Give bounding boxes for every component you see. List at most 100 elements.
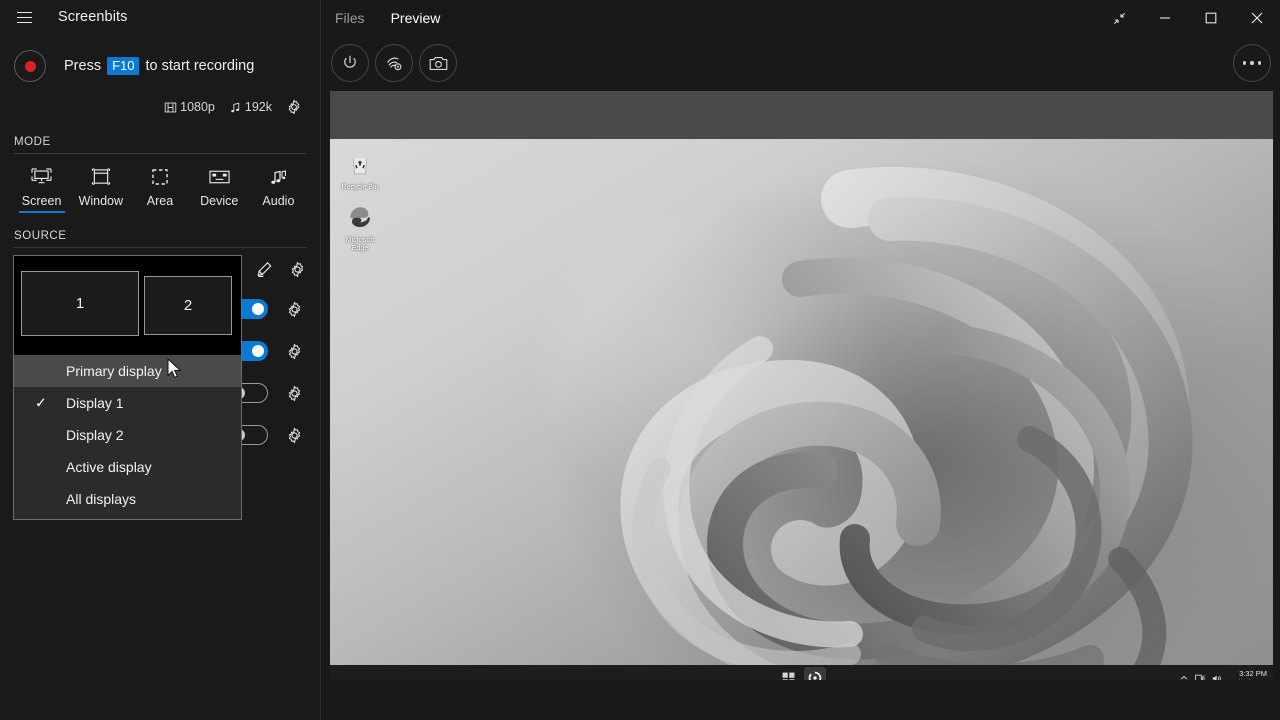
screen-preview[interactable]: Recycle Bin Microsoft Edge: [330, 91, 1273, 680]
monitor-thumb-1[interactable]: 1: [21, 271, 139, 336]
taskbar-clock[interactable]: 3:32 PM 12/16/2022: [1229, 669, 1267, 680]
power-icon: [341, 54, 359, 72]
minimize-icon: [1159, 12, 1171, 24]
cursor-capture-button[interactable]: [375, 44, 413, 82]
start-button[interactable]: [777, 667, 799, 680]
gear-icon[interactable]: [286, 385, 303, 402]
desktop-icon-recycle-bin[interactable]: Recycle Bin: [338, 151, 382, 192]
dropdown-label: Active display: [66, 459, 152, 475]
mode-item-audio[interactable]: Audio: [249, 162, 308, 208]
film-icon: [164, 101, 177, 114]
window-icon: [91, 166, 111, 188]
dropdown-label: Primary display: [66, 363, 162, 379]
mode-item-window[interactable]: Window: [71, 162, 130, 208]
pencil-icon: [256, 261, 273, 278]
mode-active-underline: [19, 211, 65, 214]
dropdown-label: All displays: [66, 491, 136, 507]
video-quality-button[interactable]: 1080p: [164, 100, 215, 114]
maximize-button[interactable]: [1188, 0, 1234, 36]
dropdown-item-active-display[interactable]: Active display: [14, 451, 241, 483]
preview-pane: Files Preview: [321, 0, 1280, 720]
video-quality-label: 1080p: [180, 100, 215, 114]
screenbits-taskbar-button[interactable]: [804, 667, 826, 680]
preview-toolbar: [321, 36, 1280, 90]
monitor-number-1: 1: [76, 295, 84, 312]
close-icon: [1251, 12, 1263, 24]
power-button[interactable]: [331, 44, 369, 82]
monitor-icon: [31, 166, 52, 188]
source-settings-button[interactable]: [289, 261, 306, 278]
desktop-icon-microsoft-edge[interactable]: Microsoft Edge: [338, 204, 382, 253]
mode-section-label: MODE: [0, 136, 320, 153]
mode-item-area[interactable]: Area: [130, 162, 189, 208]
record-dot-icon: [25, 61, 36, 72]
tab-files[interactable]: Files: [335, 10, 365, 26]
chevron-up-icon[interactable]: [1180, 674, 1188, 680]
hamburger-icon[interactable]: [12, 5, 36, 29]
screenbits-window: Screenbits Press F10 to start recording: [0, 0, 1280, 720]
mode-label-window: Window: [79, 194, 123, 208]
record-hotkey-chip: F10: [107, 57, 139, 75]
audio-note-icon: [268, 166, 288, 188]
mode-grid: Screen Window A: [0, 154, 320, 208]
dropdown-item-display-2[interactable]: Display 2: [14, 419, 241, 451]
monitor-thumb-2[interactable]: 2: [144, 276, 232, 335]
taskbar-date: 12/16/2022: [1229, 678, 1267, 680]
edge-icon: [347, 204, 373, 230]
source-edit-button[interactable]: [256, 261, 273, 278]
dropdown-item-primary-display[interactable]: Primary display: [14, 355, 241, 387]
sidebar-titlebar: Screenbits: [0, 0, 320, 34]
desktop-icon-label: Recycle Bin: [338, 184, 382, 192]
collapse-arrows-icon: [1113, 12, 1126, 25]
gear-icon[interactable]: [286, 301, 303, 318]
snapshot-button[interactable]: [419, 44, 457, 82]
screenbits-icon: [808, 671, 822, 680]
music-note-icon: [229, 101, 242, 114]
mode-label-area: Area: [147, 194, 173, 208]
recycle-bin-icon: [347, 151, 373, 177]
ellipsis-icon: [1243, 61, 1262, 65]
gear-icon: [286, 99, 302, 115]
audio-quality-button[interactable]: 192k: [229, 100, 272, 114]
volume-icon[interactable]: [1212, 674, 1222, 681]
dropdown-label: Display 2: [66, 427, 124, 443]
source-section-label: SOURCE: [0, 230, 320, 247]
record-hint-prefix: Press: [64, 58, 101, 74]
quality-settings-button[interactable]: [286, 99, 302, 115]
taskbar-system-tray: 3:32 PM 12/16/2022: [1180, 669, 1267, 680]
record-button[interactable]: [14, 50, 46, 82]
crop-area-icon: [151, 166, 169, 188]
display-arrangement-panel: 1 2: [13, 255, 242, 355]
minimize-button[interactable]: [1142, 0, 1188, 36]
gear-icon[interactable]: [286, 343, 303, 360]
desktop-taskbar: 3:32 PM 12/16/2022: [330, 665, 1273, 680]
windows-start-icon: [782, 672, 795, 681]
dropdown-item-display-1[interactable]: ✓ Display 1: [14, 387, 241, 419]
gear-icon: [289, 261, 306, 278]
sidebar: Screenbits Press F10 to start recording: [0, 0, 321, 720]
wallpaper-bloom-shape: [330, 139, 1273, 680]
more-options-button[interactable]: [1233, 44, 1271, 82]
mode-label-screen: Screen: [22, 194, 62, 208]
desktop-icon-label: Microsoft Edge: [338, 237, 382, 253]
device-capture-icon: [209, 166, 230, 188]
taskbar-time: 3:32 PM: [1229, 669, 1267, 678]
maximize-icon: [1205, 12, 1217, 24]
tab-preview[interactable]: Preview: [391, 10, 441, 26]
dropdown-item-all-displays[interactable]: All displays: [14, 483, 241, 515]
taskbar-center-buttons: [777, 667, 826, 680]
collapse-button[interactable]: [1096, 0, 1142, 36]
record-row: Press F10 to start recording: [0, 38, 320, 94]
window-controls: [1096, 0, 1280, 36]
mode-item-screen[interactable]: Screen: [12, 162, 71, 208]
mode-label-audio: Audio: [262, 194, 294, 208]
network-icon[interactable]: [1195, 674, 1205, 681]
monitor-number-2: 2: [184, 297, 192, 314]
dropdown-label: Display 1: [66, 395, 124, 411]
gear-icon[interactable]: [286, 427, 303, 444]
mode-label-device: Device: [200, 194, 238, 208]
record-hint: Press F10 to start recording: [64, 57, 254, 75]
mode-item-device[interactable]: Device: [190, 162, 249, 208]
quality-row: 1080p 192k: [0, 94, 320, 120]
close-button[interactable]: [1234, 0, 1280, 36]
